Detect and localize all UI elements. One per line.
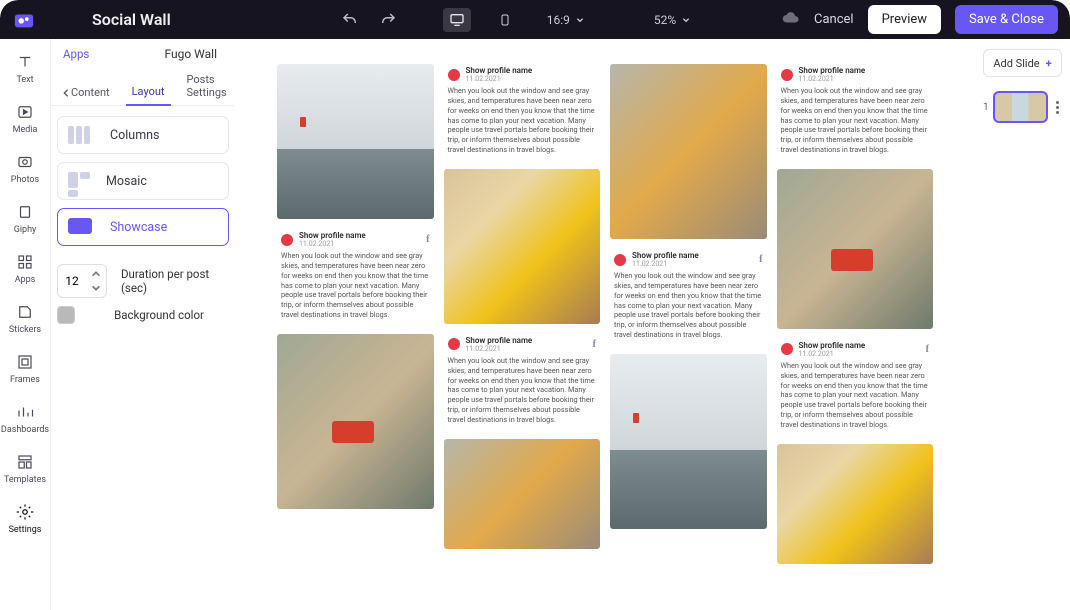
- rail-templates[interactable]: Templates: [2, 453, 48, 485]
- mobile-device-button[interactable]: [491, 8, 519, 32]
- app-logo: [4, 9, 44, 31]
- duration-input[interactable]: [58, 274, 86, 288]
- tab-posts-settings[interactable]: Posts Settings: [181, 67, 233, 105]
- bg-color-label: Background color: [89, 308, 229, 322]
- post-image: [444, 169, 601, 324]
- sidebar-wall-name: Fugo Wall: [165, 47, 218, 61]
- rail-text[interactable]: Text: [2, 53, 48, 85]
- sidebar: Apps Fugo Wall Content Layout Posts Sett…: [50, 39, 235, 610]
- layout-option-showcase[interactable]: Showcase: [57, 208, 229, 246]
- post-image: [444, 439, 601, 549]
- slide-thumbnail[interactable]: [993, 91, 1048, 123]
- rail-stickers[interactable]: Stickers: [2, 303, 48, 335]
- plus-icon: +: [1046, 57, 1052, 70]
- layout-option-mosaic[interactable]: Mosaic: [57, 162, 229, 200]
- post-image: [610, 64, 767, 239]
- duration-stepper[interactable]: [57, 264, 107, 298]
- duration-label: Duration per post (sec): [121, 267, 229, 295]
- post-image: [610, 354, 767, 529]
- tab-content[interactable]: Content: [55, 80, 116, 105]
- profile-name: Show profile name: [299, 231, 366, 240]
- rail-frames[interactable]: Frames: [2, 353, 48, 385]
- canvas: Show profile name11.02.2021f When you lo…: [235, 39, 975, 610]
- rail-apps[interactable]: Apps: [2, 253, 48, 285]
- rail-photos[interactable]: Photos: [2, 153, 48, 185]
- undo-icon[interactable]: [341, 11, 359, 29]
- zoom-select[interactable]: 52%: [654, 13, 690, 27]
- slide-menu-icon[interactable]: [1052, 101, 1062, 114]
- social-wall-preview[interactable]: Show profile name11.02.2021f When you lo…: [277, 64, 933, 564]
- page-title: Social Wall: [92, 10, 171, 29]
- rail-dashboards[interactable]: Dashboards: [2, 403, 48, 435]
- rail-media[interactable]: Media: [2, 103, 48, 135]
- tab-layout[interactable]: Layout: [126, 79, 171, 106]
- mosaic-icon: [68, 172, 92, 190]
- rail-settings[interactable]: Settings: [2, 503, 48, 535]
- sidebar-apps-link[interactable]: Apps: [63, 47, 89, 61]
- slide-number: 1: [983, 102, 989, 113]
- bg-color-swatch[interactable]: [57, 306, 75, 324]
- showcase-icon: [68, 218, 96, 236]
- layout-option-columns[interactable]: Columns: [57, 116, 229, 154]
- cloud-sync-icon: [782, 9, 800, 31]
- desktop-device-button[interactable]: [443, 8, 471, 32]
- facebook-icon: f: [426, 234, 429, 245]
- add-slide-button[interactable]: Add Slide+: [983, 49, 1062, 77]
- post-image: [777, 169, 934, 329]
- post-image: [277, 64, 434, 219]
- preview-button[interactable]: Preview: [868, 5, 941, 34]
- avatar: [448, 69, 460, 81]
- post-image: [277, 334, 434, 509]
- save-close-button[interactable]: Save & Close: [955, 5, 1058, 34]
- post-image: [777, 444, 934, 564]
- cancel-button[interactable]: Cancel: [814, 12, 854, 27]
- redo-icon[interactable]: [379, 11, 397, 29]
- stepper-up[interactable]: [90, 267, 102, 281]
- rail-giphy[interactable]: Giphy: [2, 203, 48, 235]
- stepper-down[interactable]: [90, 281, 102, 295]
- avatar: [281, 234, 293, 246]
- columns-icon: [68, 126, 96, 144]
- aspect-select[interactable]: 16:9: [547, 13, 584, 27]
